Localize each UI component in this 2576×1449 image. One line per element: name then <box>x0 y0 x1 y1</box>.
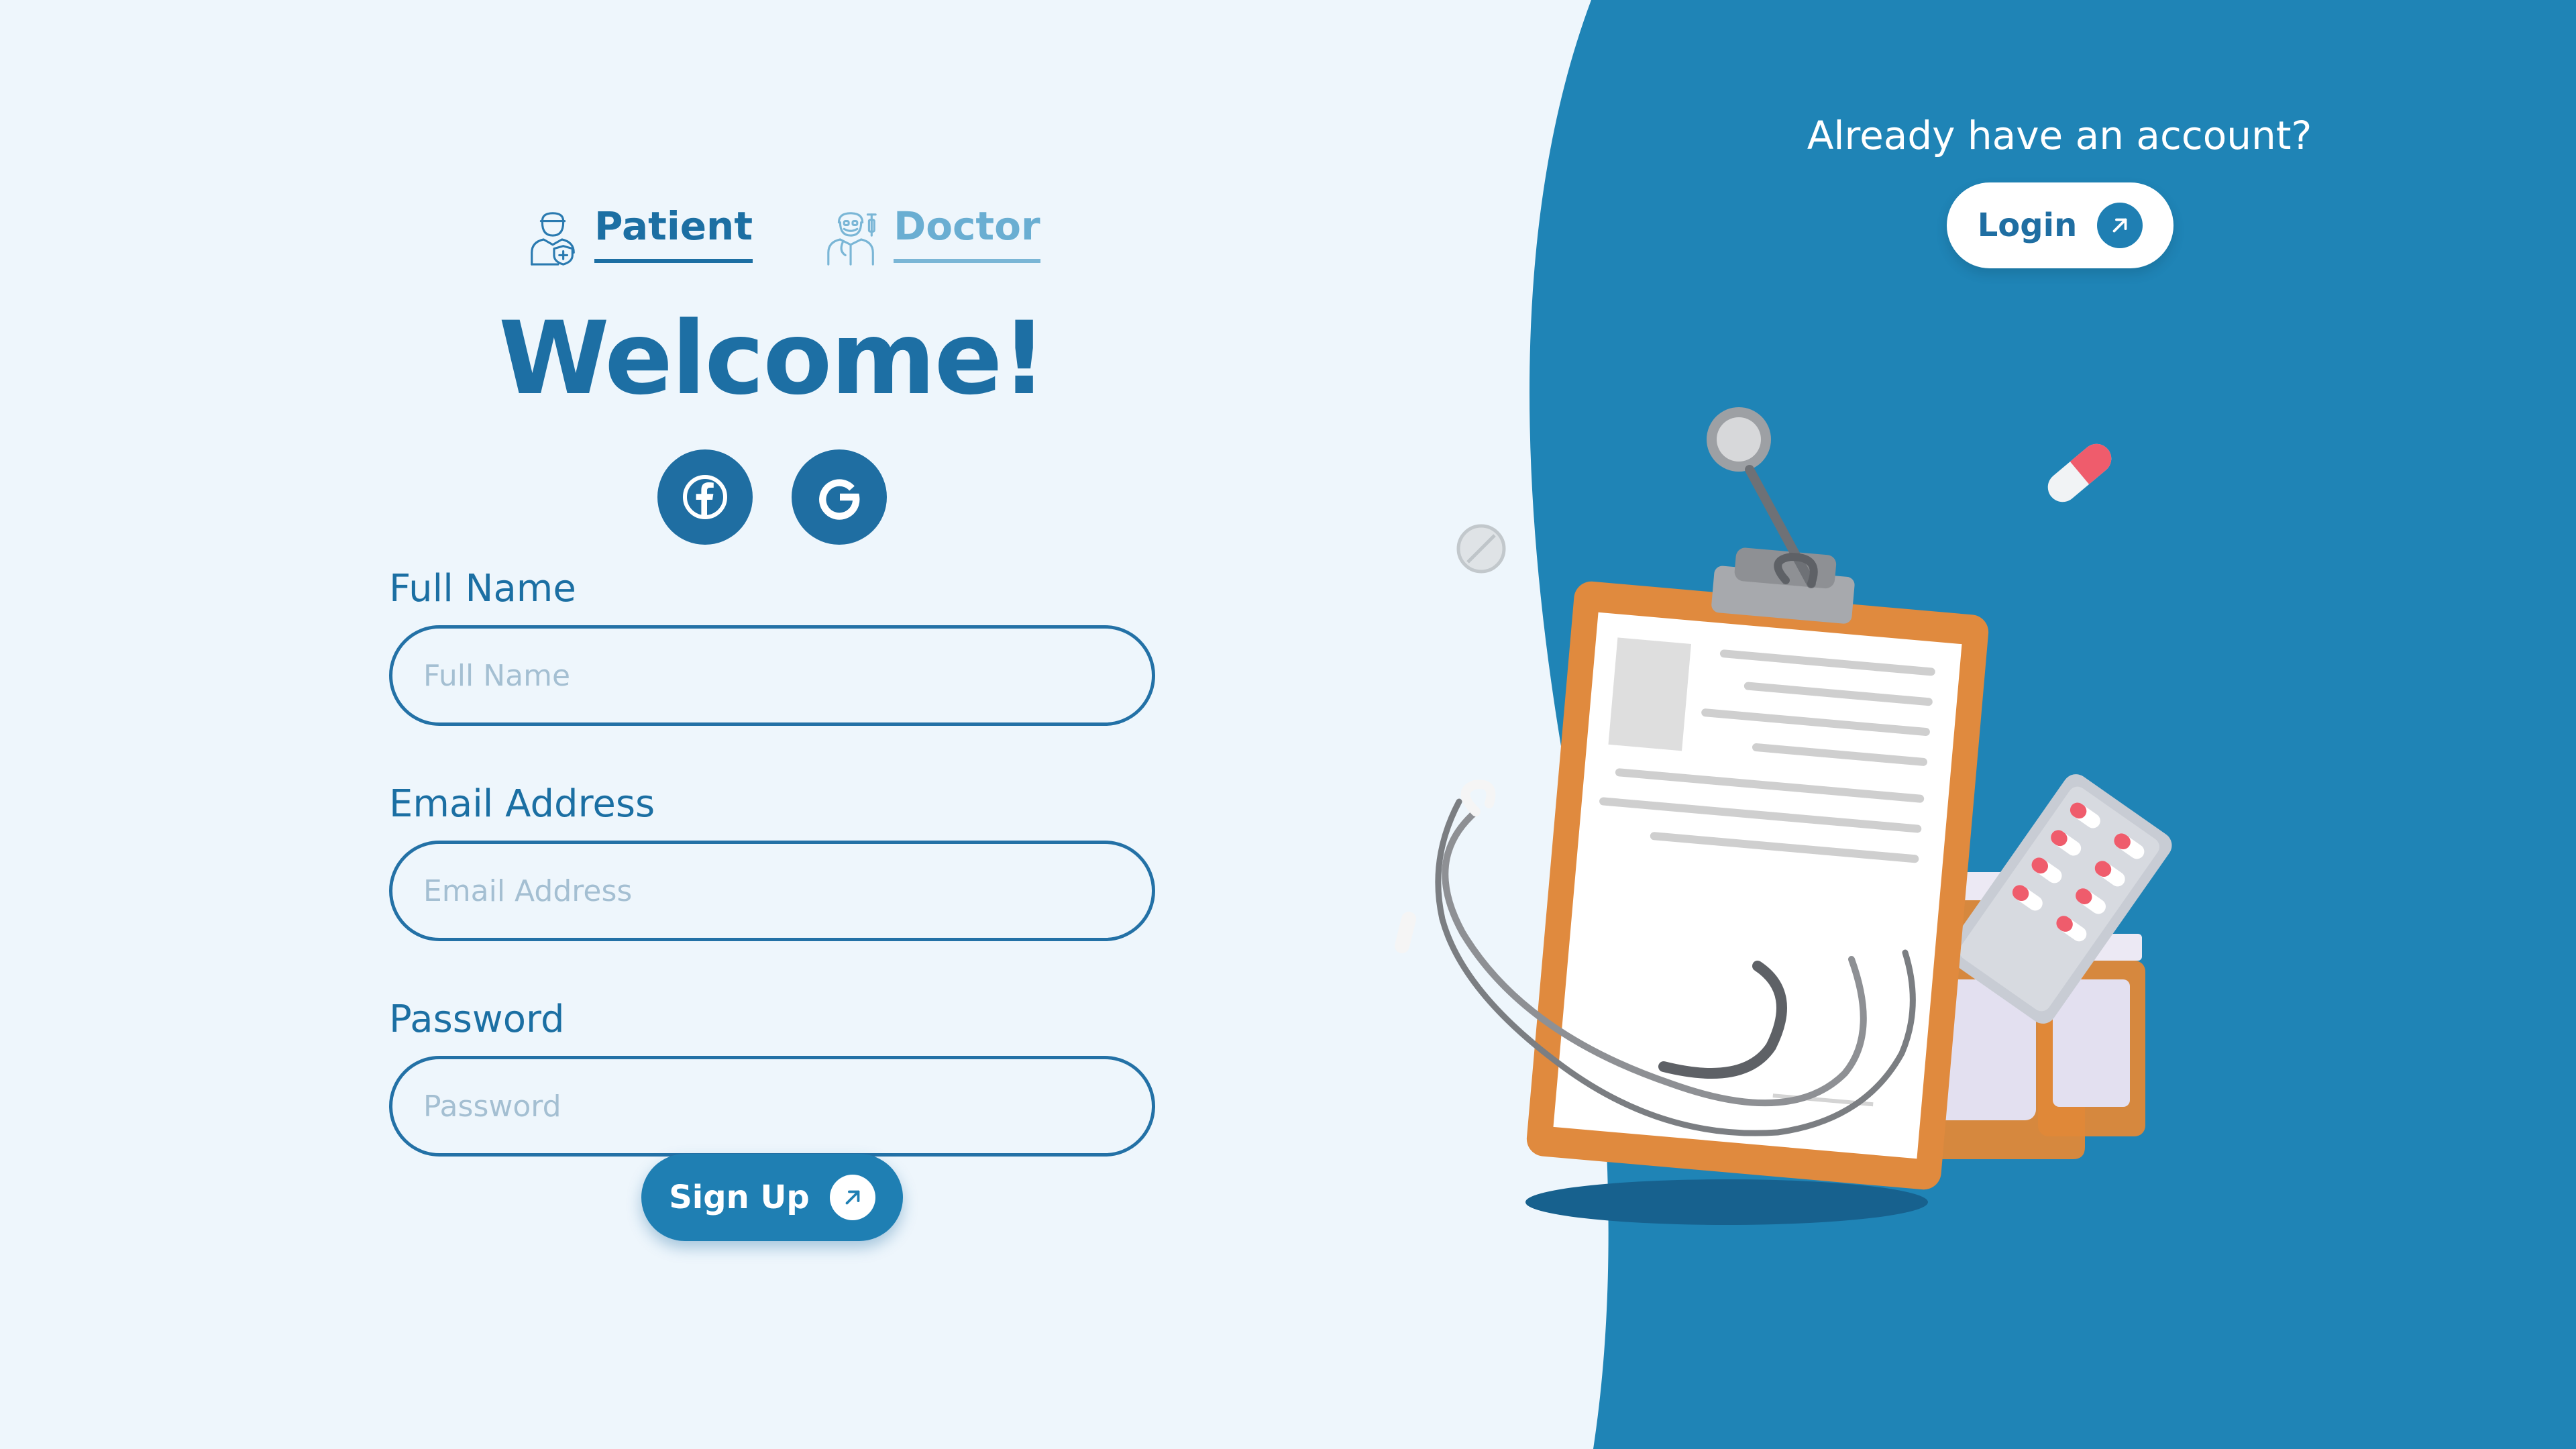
social-login <box>657 449 887 545</box>
full-name-label: Full Name <box>389 567 576 610</box>
full-name-field-group: Full Name <box>389 567 1155 726</box>
password-label: Password <box>389 998 565 1041</box>
clipboard-icon <box>1526 547 1989 1190</box>
email-input[interactable] <box>389 841 1155 941</box>
login-label: Login <box>1977 207 2078 244</box>
doctor-icon <box>827 212 877 266</box>
tablet-pill-icon <box>1456 524 1506 574</box>
sign-up-button[interactable]: Sign Up <box>641 1154 903 1241</box>
google-icon <box>819 479 860 520</box>
sign-up-arrow <box>829 1175 875 1220</box>
arrow-up-right-icon <box>2112 218 2127 233</box>
email-field-group: Email Address <box>389 782 1155 941</box>
sign-up-label: Sign Up <box>669 1179 810 1216</box>
tab-patient-label: Patient <box>594 205 753 263</box>
email-label: Email Address <box>389 782 655 826</box>
role-tabs: Patient Doctor <box>526 205 1040 267</box>
login-arrow <box>2097 203 2143 248</box>
login-button[interactable]: Login <box>1947 182 2174 268</box>
tab-patient[interactable]: Patient <box>526 205 753 267</box>
facebook-login-button[interactable] <box>657 449 753 545</box>
patient-icon <box>531 212 575 266</box>
already-have-account-text: Already have an account? <box>1807 113 2312 158</box>
capsule-pill-icon <box>2047 443 2112 502</box>
google-login-button[interactable] <box>792 449 887 545</box>
facebook-icon <box>683 475 727 519</box>
medical-illustration <box>1395 407 2172 1225</box>
illustration-shadow <box>1525 1179 1928 1225</box>
arrow-up-right-icon <box>845 1190 860 1205</box>
password-field-group: Password <box>389 998 1155 1157</box>
tab-doctor[interactable]: Doctor <box>825 205 1040 267</box>
signup-form: Full Name Email Address Password <box>389 567 1155 1157</box>
tab-doctor-label: Doctor <box>894 205 1040 263</box>
full-name-input[interactable] <box>389 625 1155 726</box>
password-input[interactable] <box>389 1056 1155 1157</box>
page-title: Welcome! <box>498 301 1047 417</box>
background <box>0 0 2576 1449</box>
